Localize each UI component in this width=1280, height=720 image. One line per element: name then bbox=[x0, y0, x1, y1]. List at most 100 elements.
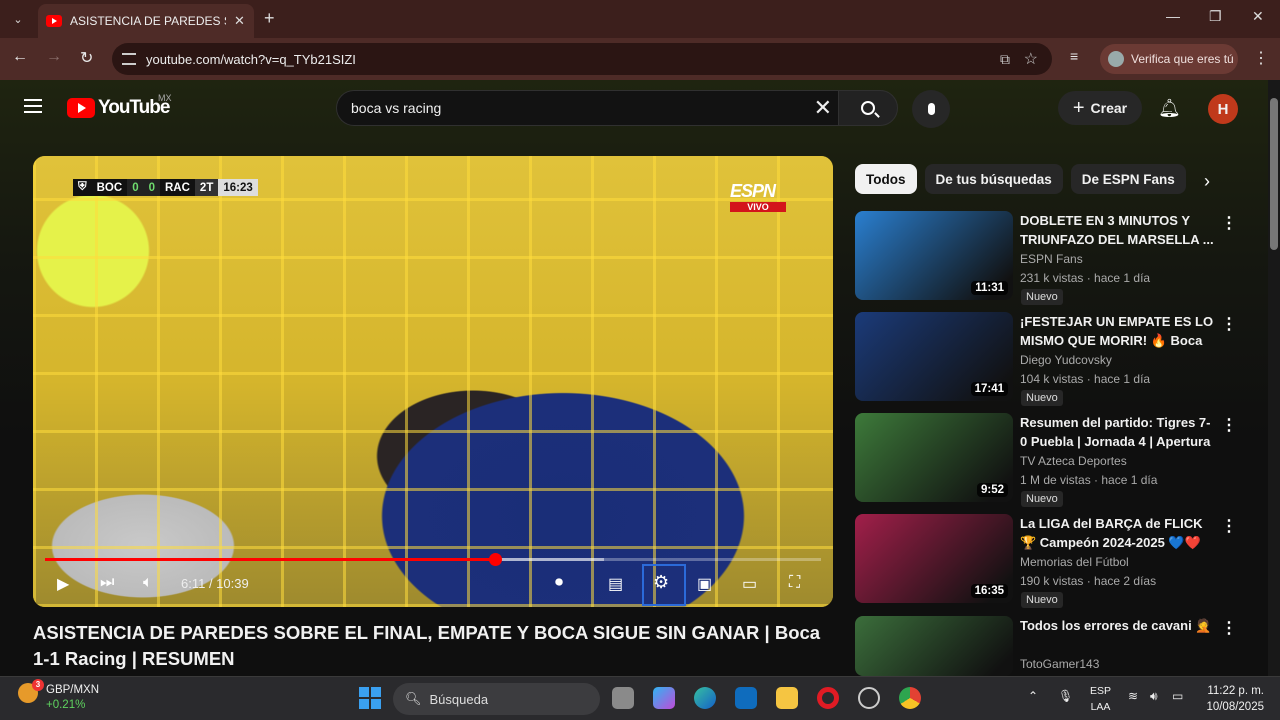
youtube-logo[interactable]: YouTube MX bbox=[67, 93, 172, 119]
video-thumbnail[interactable]: 11:31 bbox=[855, 211, 1013, 300]
next-video-icon[interactable]: ⏭ bbox=[100, 574, 114, 592]
browser-menu-icon[interactable]: ⋮ bbox=[1253, 48, 1269, 68]
scoreboard-overlay: ⛨ BOC 0 0 RAC 2T 16:23 bbox=[73, 179, 258, 196]
site-info-icon[interactable] bbox=[122, 53, 136, 65]
subtitles-icon[interactable]: ▤ bbox=[608, 574, 623, 594]
theater-mode-icon[interactable]: ▭ bbox=[742, 574, 757, 594]
widget-icon: 3 bbox=[18, 679, 44, 703]
chip-all[interactable]: Todos bbox=[855, 164, 917, 194]
video-title-link[interactable]: DOBLETE EN 3 MINUTOS Y TRIUNFAZO DEL MAR… bbox=[1020, 211, 1215, 249]
search-button[interactable] bbox=[838, 90, 898, 126]
video-title: ASISTENCIA DE PAREDES SOBRE EL FINAL, EM… bbox=[33, 622, 821, 669]
new-tab-icon[interactable]: + bbox=[264, 8, 275, 29]
tray-overflow-icon[interactable]: ⌃ bbox=[1028, 689, 1038, 703]
restore-icon[interactable]: ❐ bbox=[1209, 8, 1222, 25]
video-thumbnail[interactable]: 16:35 bbox=[855, 514, 1013, 603]
played-bar bbox=[45, 558, 496, 561]
url-text[interactable]: youtube.com/watch?v=q_TYb21SIZI bbox=[146, 52, 356, 67]
match-period: 2T bbox=[194, 179, 219, 196]
play-icon[interactable]: ▶ bbox=[57, 574, 69, 594]
clear-search-icon[interactable]: ✕ bbox=[814, 95, 832, 121]
task-view-icon[interactable] bbox=[612, 687, 634, 709]
bookmark-star-icon[interactable]: ☆ bbox=[1024, 49, 1038, 69]
create-label: Crear bbox=[1090, 100, 1128, 116]
duration-badge: 11:31 bbox=[971, 281, 1008, 295]
video-thumbnail[interactable]: 17:41 bbox=[855, 312, 1013, 401]
create-button[interactable]: + Crear bbox=[1058, 91, 1142, 125]
progress-bar[interactable] bbox=[45, 553, 821, 566]
video-thumbnail[interactable] bbox=[855, 616, 1013, 676]
volume-icon[interactable]: 🔈︎ bbox=[143, 574, 153, 592]
more-actions-icon[interactable]: ⋮ bbox=[1221, 516, 1237, 536]
video-player[interactable]: ⛨ BOC 0 0 RAC 2T 16:23 ESPN VIVO ▶ ⏭ 🔈︎ … bbox=[33, 156, 833, 607]
forward-icon[interactable]: → bbox=[46, 48, 62, 66]
window-close-icon[interactable]: ✕ bbox=[1252, 8, 1264, 25]
tray-mic-icon[interactable]: 🎙︎ bbox=[1058, 689, 1073, 703]
close-tab-icon[interactable]: ✕ bbox=[234, 13, 245, 29]
page-scrollbar[interactable] bbox=[1268, 80, 1280, 676]
outlook-icon[interactable] bbox=[735, 687, 757, 709]
recommendation-item[interactable]: 16:35 La LIGA del BARÇA de FLICK 🏆 Campeó… bbox=[855, 514, 1255, 608]
video-title-link[interactable]: Todos los errores de cavani 🤦 bbox=[1020, 616, 1215, 635]
file-explorer-icon[interactable] bbox=[776, 687, 798, 709]
more-actions-icon[interactable]: ⋮ bbox=[1221, 415, 1237, 435]
scrollbar-thumb[interactable] bbox=[1270, 98, 1278, 250]
country-code: MX bbox=[158, 93, 172, 103]
chrome-icon[interactable] bbox=[899, 687, 921, 709]
recommendation-item[interactable]: 9:52 Resumen del partido: Tigres 7-0 Pueb… bbox=[855, 413, 1255, 507]
clock[interactable]: 11:22 p. m. 10/08/2025 bbox=[1200, 683, 1264, 715]
taskbar-search[interactable]: 🔍︎ Búsqueda bbox=[393, 683, 600, 715]
account-avatar[interactable]: H bbox=[1208, 94, 1238, 124]
profile-label: Verifica que eres tú bbox=[1131, 52, 1234, 66]
voice-search-button[interactable] bbox=[912, 90, 950, 128]
start-windows-icon[interactable] bbox=[359, 687, 381, 709]
channel-name[interactable]: TotoGamer143 bbox=[1020, 657, 1099, 671]
new-badge: Nuevo bbox=[1021, 491, 1063, 507]
fullscreen-icon[interactable]: ⛶ bbox=[789, 574, 800, 592]
reload-icon[interactable]: ↻ bbox=[80, 48, 93, 68]
video-thumbnail[interactable]: 9:52 bbox=[855, 413, 1013, 502]
more-actions-icon[interactable]: ⋮ bbox=[1221, 213, 1237, 233]
notification-count: 3 bbox=[32, 679, 44, 691]
minimize-icon[interactable]: — bbox=[1166, 8, 1180, 24]
channel-name[interactable]: Diego Yudcovsky bbox=[1020, 353, 1112, 367]
channel-name[interactable]: Memorias del Fútbol bbox=[1020, 555, 1129, 569]
search-input[interactable]: boca vs racing ✕ bbox=[336, 90, 838, 126]
recommendation-item[interactable]: 11:31 DOBLETE EN 3 MINUTOS Y TRIUNFAZO DE… bbox=[855, 211, 1255, 305]
chip-espn-fans[interactable]: De ESPN Fans bbox=[1070, 164, 1186, 194]
settings-gear-icon[interactable]: ⚙ bbox=[653, 572, 669, 593]
more-actions-icon[interactable]: ⋮ bbox=[1221, 618, 1237, 638]
more-actions-icon[interactable]: ⋮ bbox=[1221, 314, 1237, 334]
copilot-icon[interactable] bbox=[653, 687, 675, 709]
browser-tab[interactable]: ASISTENCIA DE PAREDES SOBRE EL FINAL ✕ bbox=[38, 4, 254, 38]
media-controls-icon[interactable]: ≡ bbox=[1070, 48, 1078, 64]
recommendation-item[interactable]: Todos los errores de cavani 🤦 TotoGamer14… bbox=[855, 616, 1255, 690]
channel-name[interactable]: TV Azteca Deportes bbox=[1020, 454, 1127, 468]
chip-from-searches[interactable]: De tus búsquedas bbox=[924, 164, 1063, 194]
edge-icon[interactable] bbox=[694, 687, 716, 709]
speaker-icon[interactable]: 🔊︎ bbox=[1150, 689, 1158, 704]
opera-icon[interactable] bbox=[817, 687, 839, 709]
update-app-icon[interactable] bbox=[858, 687, 880, 709]
recommendation-item[interactable]: 17:41 ¡FESTEJAR UN EMPATE ES LO MISMO QUE… bbox=[855, 312, 1255, 406]
back-icon[interactable]: ← bbox=[12, 48, 28, 66]
battery-icon[interactable]: ▭ bbox=[1172, 689, 1183, 703]
notifications-bell-icon[interactable]: 🔔︎ bbox=[1158, 98, 1181, 119]
video-title-link[interactable]: Resumen del partido: Tigres 7-0 Puebla |… bbox=[1020, 413, 1215, 451]
hamburger-menu-icon[interactable] bbox=[24, 99, 42, 117]
language-indicator[interactable]: ESP LAA bbox=[1090, 683, 1111, 715]
miniplayer-icon[interactable]: ▣ bbox=[697, 574, 712, 594]
wifi-icon[interactable]: ≋ bbox=[1128, 689, 1138, 703]
address-bar[interactable]: youtube.com/watch?v=q_TYb21SIZI ⧉ ☆ bbox=[112, 43, 1052, 75]
stock-widget[interactable]: 3 GBP/MXN +0.21% bbox=[18, 679, 99, 713]
video-title-link[interactable]: La LIGA del BARÇA de FLICK 🏆 Campeón 202… bbox=[1020, 514, 1215, 552]
video-title-link[interactable]: ¡FESTEJAR UN EMPATE ES LO MISMO QUE MORI… bbox=[1020, 312, 1215, 350]
scrubber-handle[interactable] bbox=[489, 553, 503, 566]
browser-tab-strip: ⌄ ASISTENCIA DE PAREDES SOBRE EL FINAL ✕… bbox=[0, 0, 1280, 38]
install-app-icon[interactable]: ⧉ bbox=[1000, 51, 1010, 68]
profile-button[interactable]: Verifica que eres tú bbox=[1100, 44, 1238, 74]
autoplay-toggle-icon[interactable]: ⏺ bbox=[555, 574, 563, 592]
channel-name[interactable]: ESPN Fans bbox=[1020, 252, 1083, 266]
tab-search-button[interactable]: ⌄ bbox=[7, 8, 29, 30]
chips-next-icon[interactable]: › bbox=[1204, 171, 1210, 192]
